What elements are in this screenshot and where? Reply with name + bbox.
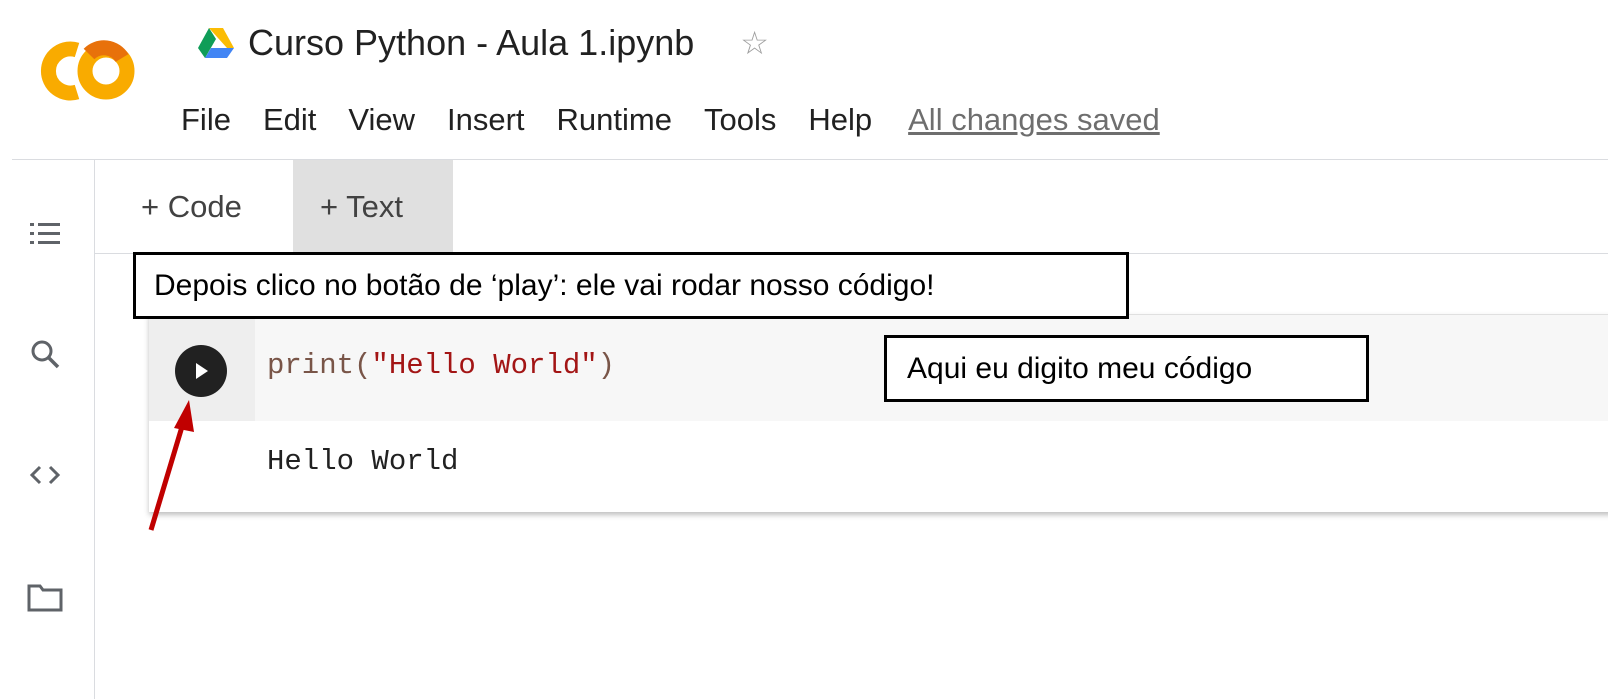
add-code-button[interactable]: + Code — [141, 160, 242, 253]
menu-runtime[interactable]: Runtime — [557, 102, 672, 138]
menu-view[interactable]: View — [348, 102, 415, 138]
cell-gutter — [149, 315, 255, 421]
menu-insert[interactable]: Insert — [447, 102, 525, 138]
notebook-toolbar: + Code + Text — [95, 160, 1608, 253]
notebook-title[interactable]: Curso Python - Aula 1.ipynb — [248, 22, 694, 64]
google-drive-icon[interactable] — [196, 26, 236, 60]
table-of-contents-icon[interactable] — [22, 211, 68, 257]
menu-help[interactable]: Help — [808, 102, 872, 138]
colab-logo[interactable]: CO — [30, 36, 140, 106]
search-icon[interactable] — [22, 331, 68, 377]
folder-icon[interactable] — [22, 574, 68, 620]
code-callout: Aqui eu digito meu código — [884, 335, 1369, 402]
code-paren: ) — [597, 349, 616, 382]
code-function: print( — [267, 349, 372, 382]
cell-output: Hello World — [267, 445, 459, 478]
play-icon — [196, 363, 208, 379]
menu-bar: File Edit View Insert Runtime Tools Help… — [181, 99, 1160, 141]
run-cell-button[interactable] — [175, 345, 227, 397]
title-row: Curso Python - Aula 1.ipynb ☆ — [196, 20, 769, 66]
code-cell[interactable]: print("Hello World") Hello World — [149, 314, 1608, 512]
star-icon[interactable]: ☆ — [740, 27, 769, 59]
menu-edit[interactable]: Edit — [263, 102, 316, 138]
save-status[interactable]: All changes saved — [908, 102, 1160, 138]
code-line[interactable]: print("Hello World") — [267, 349, 615, 382]
menu-tools[interactable]: Tools — [704, 102, 776, 138]
add-text-button[interactable]: + Text — [293, 160, 453, 253]
code-snippets-icon[interactable] — [22, 452, 68, 498]
play-callout: Depois clico no botão de ‘play’: ele vai… — [133, 252, 1129, 319]
code-string: "Hello World" — [371, 349, 598, 382]
menu-file[interactable]: File — [181, 102, 231, 138]
